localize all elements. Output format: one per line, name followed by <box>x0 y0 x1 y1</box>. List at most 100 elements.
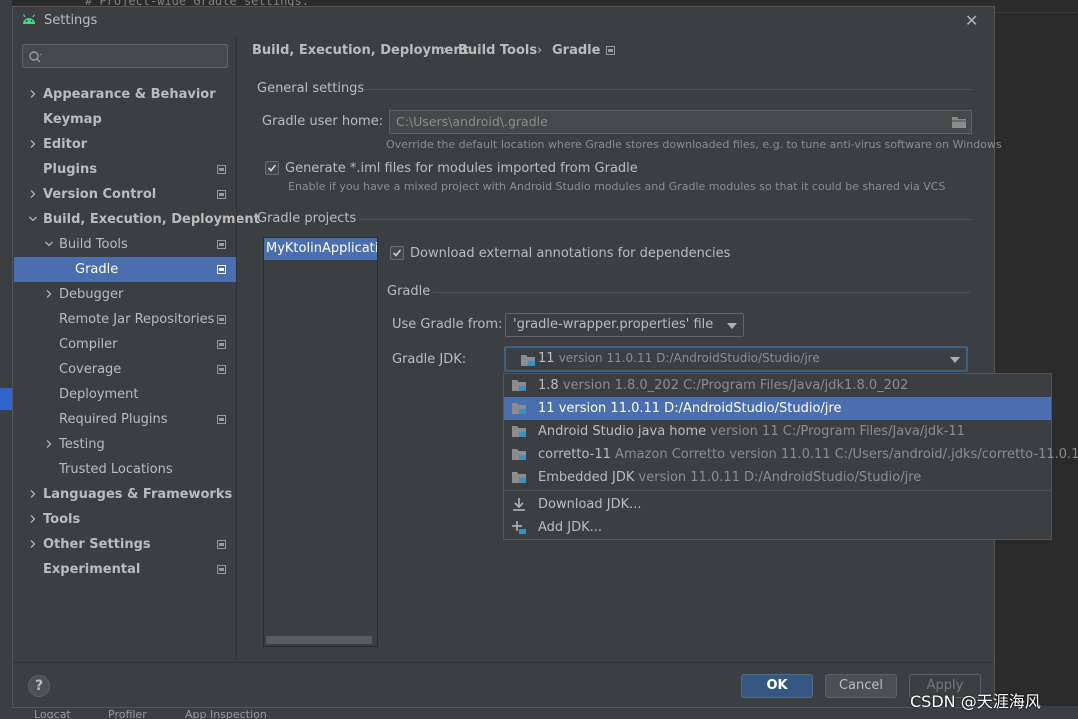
sidebar-item-build-tools[interactable]: Build Tools <box>14 232 236 257</box>
ide-left-toolbar <box>0 0 12 719</box>
bottom-tab-app-inspection[interactable]: App Inspection <box>185 708 267 719</box>
sidebar-item-languages-frameworks[interactable]: Languages & Frameworks <box>14 482 236 507</box>
sidebar-item-deployment[interactable]: Deployment <box>14 382 236 407</box>
close-icon[interactable]: ✕ <box>965 11 978 30</box>
project-scope-icon <box>217 365 226 374</box>
jdk-option-11[interactable]: 11 version 11.0.11 D:/AndroidStudio/Stud… <box>504 397 1051 420</box>
folder-icon[interactable] <box>951 115 967 129</box>
project-scope-icon <box>217 315 226 324</box>
project-scope-icon <box>217 565 226 574</box>
chevron-down-icon[interactable] <box>29 215 37 223</box>
sidebar-item-editor[interactable]: Editor <box>14 132 236 157</box>
sidebar-item-trusted-locations[interactable]: Trusted Locations <box>14 457 236 482</box>
sidebar-divider <box>236 35 237 661</box>
gradle-jdk-value-name: 11 <box>538 351 555 366</box>
sidebar-item-label: Build, Execution, Deployment <box>43 212 260 227</box>
sidebar-item-label: Build Tools <box>59 237 128 252</box>
section-divider <box>363 89 973 90</box>
section-divider <box>359 219 973 220</box>
jdk-option-download-jdk[interactable]: Download JDK... <box>504 493 1051 516</box>
chevron-down-icon[interactable] <box>45 240 53 248</box>
sidebar-item-label: Languages & Frameworks <box>43 487 233 502</box>
gradle-user-home-value: C:\Users\android\.gradle <box>396 114 548 129</box>
sidebar-item-experimental[interactable]: Experimental <box>14 557 236 582</box>
jdk-option-corretto-11[interactable]: corretto-11 Amazon Corretto version 11.0… <box>504 443 1078 466</box>
breadcrumb-separator: › <box>537 43 543 58</box>
sidebar-item-version-control[interactable]: Version Control <box>14 182 236 207</box>
jdk-option-name: Embedded JDK <box>538 470 635 485</box>
generate-iml-checkbox[interactable] <box>265 161 279 175</box>
ide-right-divider <box>995 12 1078 13</box>
jdk-option-embedded-jdk[interactable]: Embedded JDK version 11.0.11 D:/AndroidS… <box>504 466 1051 489</box>
sidebar-item-remote-jar-repositories[interactable]: Remote Jar Repositories <box>14 307 236 332</box>
gradle-jdk-label: Gradle JDK: <box>392 352 467 367</box>
use-gradle-from-value: 'gradle-wrapper.properties' file <box>513 317 714 332</box>
project-scope-icon <box>217 265 226 274</box>
sidebar-item-tools[interactable]: Tools <box>14 507 236 532</box>
search-input[interactable] <box>22 44 228 68</box>
project-scope-icon <box>217 240 226 249</box>
jdk-option-1-8[interactable]: 1.8 version 1.8.0_202 C:/Program Files/J… <box>504 374 1051 397</box>
gradle-user-home-field[interactable]: C:\Users\android\.gradle <box>389 110 972 134</box>
jdk-option-label: Download JDK... <box>538 493 642 516</box>
settings-sidebar: Appearance & Behavior Keymap Editor Plugins… <box>14 35 260 661</box>
breadcrumb-item[interactable]: Build Tools <box>458 43 537 58</box>
sidebar-item-label: Other Settings <box>43 537 151 552</box>
ide-right-panel <box>995 0 1078 719</box>
jdk-option-detail: version 11.0.11 D:/AndroidStudio/Studio/… <box>558 401 842 416</box>
download-annotations-checkbox[interactable] <box>390 246 404 260</box>
generate-iml-label[interactable]: Generate *.iml files for modules importe… <box>285 161 638 176</box>
sidebar-item-compiler[interactable]: Compiler <box>14 332 236 357</box>
sidebar-item-appearance-behavior[interactable]: Appearance & Behavior <box>14 82 236 107</box>
sidebar-item-build-execution-deployment[interactable]: Build, Execution, Deployment <box>14 207 260 232</box>
jdk-option-name: 11 <box>538 401 555 416</box>
help-button[interactable]: ? <box>28 675 50 697</box>
sidebar-item-label: Deployment <box>59 387 139 402</box>
jdk-option-android-studio-java-home[interactable]: Android Studio java home version 11 C:/P… <box>504 420 1051 443</box>
folder-icon <box>512 426 526 437</box>
ide-left-selection <box>0 388 12 410</box>
sidebar-item-testing[interactable]: Testing <box>14 432 236 457</box>
horizontal-scrollbar[interactable] <box>266 636 372 644</box>
chevron-right-icon[interactable] <box>45 440 53 448</box>
download-annotations-label[interactable]: Download external annotations for depend… <box>410 246 730 261</box>
gradle-projects-list: MyKtolinApplication <box>263 237 378 647</box>
sidebar-item-plugins[interactable]: Plugins <box>14 157 236 182</box>
folder-icon <box>512 472 526 483</box>
sidebar-item-keymap[interactable]: Keymap <box>14 107 236 132</box>
chevron-right-icon[interactable] <box>29 190 37 198</box>
bottom-tab-profiler[interactable]: Profiler <box>108 708 147 719</box>
gradle-jdk-select[interactable]: 11 version 11.0.11 D:/AndroidStudio/Stud… <box>504 346 968 372</box>
jdk-option-add-jdk[interactable]: Add JDK... <box>504 516 1051 539</box>
breadcrumb-item[interactable]: Build, Execution, Deployment <box>252 43 469 58</box>
jdk-option-label: Embedded JDK version 11.0.11 D:/AndroidS… <box>538 466 921 489</box>
sidebar-item-debugger[interactable]: Debugger <box>14 282 236 307</box>
project-item-myktolinapplication[interactable]: MyKtolinApplication <box>264 238 377 260</box>
sidebar-item-required-plugins[interactable]: Required Plugins <box>14 407 236 432</box>
sidebar-item-label: Trusted Locations <box>59 462 173 477</box>
chevron-right-icon[interactable] <box>29 90 37 98</box>
chevron-right-icon[interactable] <box>29 515 37 523</box>
sidebar-item-coverage[interactable]: Coverage <box>14 357 236 382</box>
project-scope-icon <box>217 415 226 424</box>
chevron-right-icon[interactable] <box>29 540 37 548</box>
bottom-tab-logcat[interactable]: Logcat <box>34 708 71 719</box>
chevron-right-icon[interactable] <box>45 290 53 298</box>
sidebar-item-label: Gradle <box>75 262 119 277</box>
sidebar-item-label: Experimental <box>43 562 141 577</box>
sidebar-item-gradle[interactable]: Gradle <box>14 257 236 282</box>
ok-button[interactable]: OK <box>741 674 813 698</box>
cancel-button[interactable]: Cancel <box>825 674 897 698</box>
jdk-option-detail: version 11.0.11 D:/AndroidStudio/Studio/… <box>638 470 922 485</box>
sidebar-item-other-settings[interactable]: Other Settings <box>14 532 236 557</box>
sidebar-item-label: Required Plugins <box>59 412 168 427</box>
folder-icon <box>512 449 526 460</box>
jdk-option-name: corretto-11 <box>538 447 611 462</box>
project-scope-icon <box>606 46 615 55</box>
sidebar-item-label: Tools <box>43 512 81 527</box>
jdk-option-detail: Amazon Corretto version 11.0.11 C:/Users… <box>615 447 1078 462</box>
settings-dialog: Settings ✕ Appearance & Behavior Keymap Ed… <box>12 6 1002 708</box>
chevron-right-icon[interactable] <box>29 490 37 498</box>
use-gradle-from-select[interactable]: 'gradle-wrapper.properties' file <box>505 313 744 337</box>
chevron-right-icon[interactable] <box>29 140 37 148</box>
